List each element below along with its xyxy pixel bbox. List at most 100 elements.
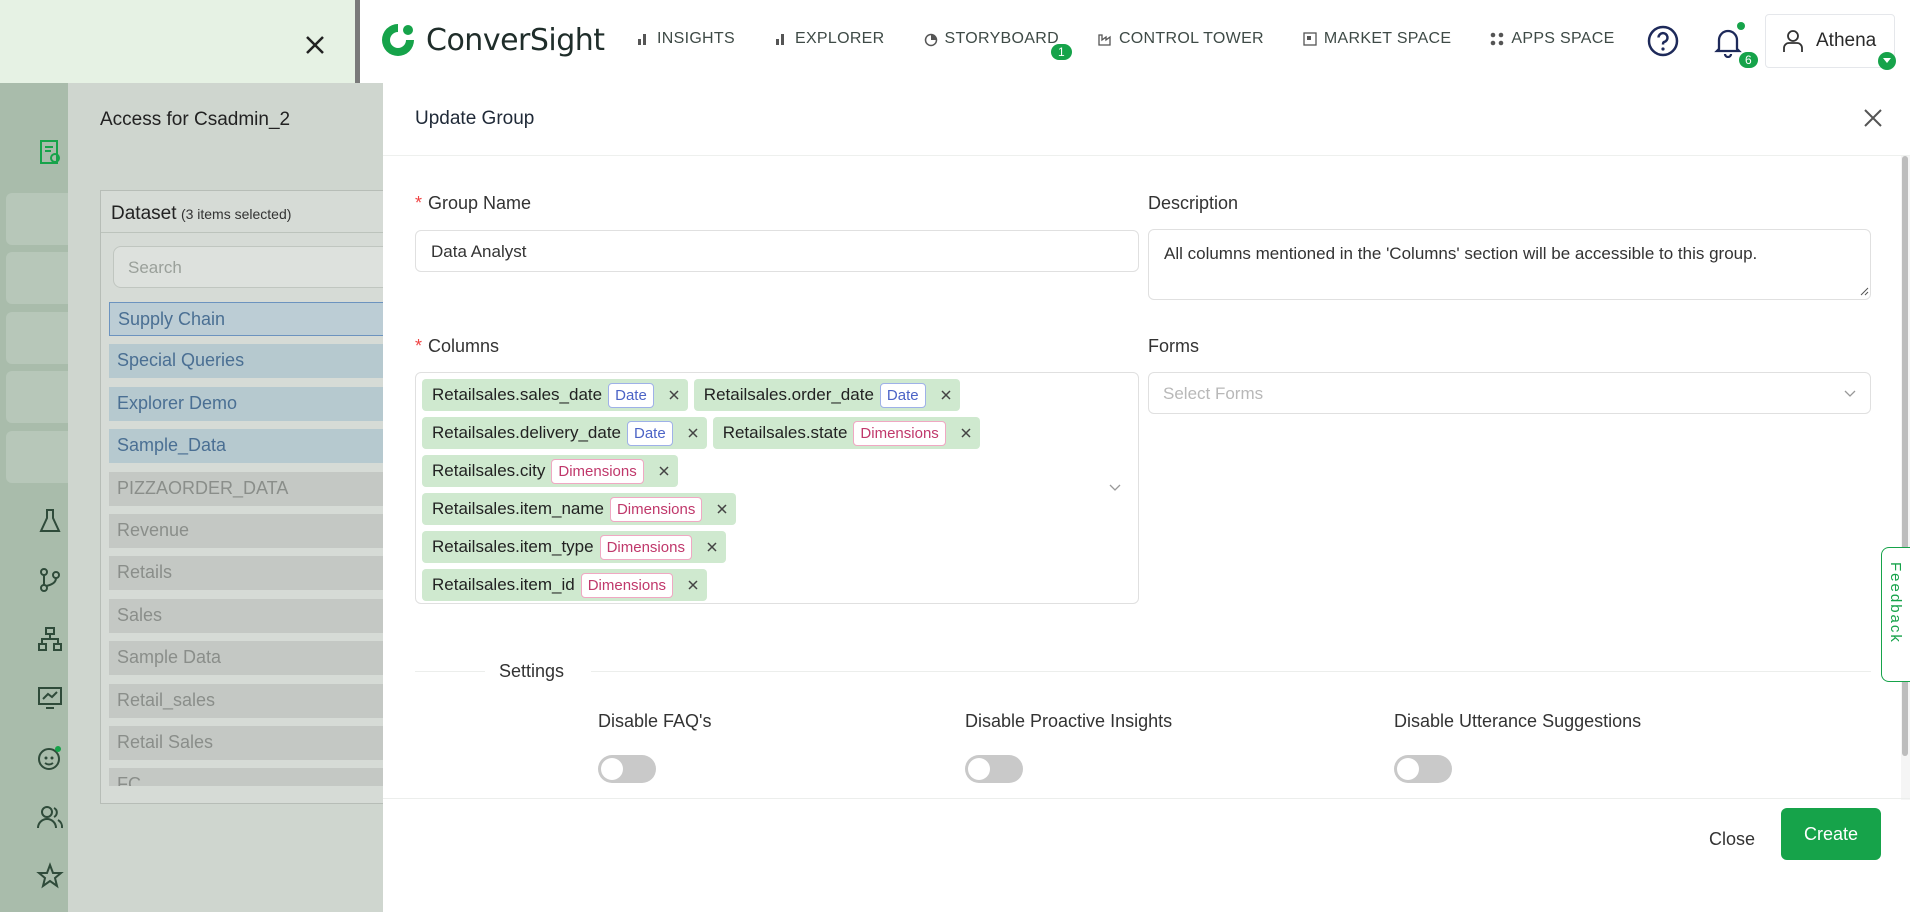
nav-label: EXPLORER bbox=[794, 30, 885, 47]
description-textarea[interactable]: All columns mentioned in the 'Columns' s… bbox=[1148, 229, 1871, 300]
nav-label: MARKET SPACE bbox=[1323, 30, 1452, 47]
dataset-item[interactable]: Explorer Demo bbox=[109, 386, 391, 421]
dataset-header: Dataset (3 items selected) bbox=[101, 191, 391, 233]
dataset-selected-count: (3 items selected) bbox=[180, 206, 292, 222]
remove-tag-icon[interactable] bbox=[960, 427, 972, 439]
bar-chart-icon bbox=[638, 34, 646, 45]
remove-tag-icon[interactable] bbox=[716, 503, 728, 515]
nav-label: APPS SPACE bbox=[1511, 30, 1615, 47]
column-name: Retailsales.delivery_date bbox=[432, 423, 621, 442]
bot-icon[interactable] bbox=[36, 744, 64, 772]
help-icon[interactable] bbox=[1647, 25, 1679, 57]
column-tag: Retailsales.state Dimensions bbox=[712, 417, 980, 449]
drawer-header bbox=[0, 0, 360, 83]
column-tag: Retailsales.item_name Dimensions bbox=[422, 493, 737, 525]
toggle-disable-proactive-insights[interactable] bbox=[965, 755, 1023, 783]
user-menu[interactable]: Athena bbox=[1765, 14, 1895, 68]
dataset-item[interactable]: Revenue bbox=[109, 514, 391, 548]
dataset-list: Dataset (3 items selected) Search Supply… bbox=[100, 190, 391, 804]
monitor-chart-icon[interactable] bbox=[36, 684, 64, 712]
nav-insights[interactable]: INSIGHTS bbox=[635, 30, 735, 48]
nav-storyboard[interactable]: STORYBOARD bbox=[923, 30, 1059, 48]
tag-row: Retailsales.sales_date Date Retailsales.or… bbox=[422, 379, 1138, 411]
column-tag: Retailsales.item_type Dimensions bbox=[422, 531, 726, 563]
settings-divider bbox=[591, 671, 1871, 672]
rail-placeholder bbox=[6, 312, 68, 364]
access-panel: Access for Csadmin_2 Dataset (3 items se… bbox=[68, 83, 391, 912]
chevron-down-icon[interactable] bbox=[1878, 52, 1896, 70]
top-navbar: ConverSight INSIGHTS EXPLORER STORYBOARD… bbox=[0, 0, 1910, 83]
remove-tag-icon[interactable] bbox=[668, 389, 680, 401]
nav-label: STORYBOARD bbox=[944, 30, 1059, 47]
resize-handle-icon[interactable] bbox=[1860, 287, 1869, 296]
modal-footer: Close Create bbox=[383, 798, 1910, 912]
report-icon[interactable] bbox=[36, 138, 64, 166]
left-rail bbox=[0, 83, 68, 912]
required-marker: * bbox=[415, 336, 423, 356]
column-tag: Retailsales.sales_date Date bbox=[422, 379, 688, 411]
feedback-tab[interactable]: Feedback bbox=[1881, 547, 1910, 682]
dataset-item[interactable]: Retail Sales bbox=[109, 726, 391, 760]
group-name-label: * Group Name bbox=[415, 193, 532, 213]
conversight-logo-icon bbox=[382, 24, 414, 56]
dataset-item[interactable]: PIZZAORDER_DATA bbox=[109, 471, 391, 506]
column-name: Retailsales.state bbox=[722, 423, 848, 442]
column-type-badge: Dimensions bbox=[599, 534, 692, 560]
dataset-item[interactable]: Sample Data bbox=[109, 641, 391, 676]
tag-row: Retailsales.item_name Dimensions bbox=[422, 493, 1138, 525]
dataset-item[interactable]: Supply Chain bbox=[109, 302, 391, 336]
nav-market-space[interactable]: MARKET SPACE bbox=[1302, 30, 1451, 48]
close-button[interactable]: Close bbox=[1703, 821, 1761, 858]
column-name: Retailsales.city bbox=[432, 461, 546, 480]
toggle-disable-utterance-suggestions[interactable] bbox=[1394, 755, 1452, 783]
forms-select[interactable]: Select Forms bbox=[1148, 372, 1871, 414]
columns-label: * Columns bbox=[415, 336, 500, 356]
user-icon bbox=[1783, 30, 1803, 52]
toggle-label-utterance: Disable Utterance Suggestions bbox=[1394, 711, 1642, 731]
nav-control-tower[interactable]: CONTROL TOWER bbox=[1097, 30, 1264, 48]
update-group-modal: Update Group * Group Name Data Analyst De… bbox=[383, 83, 1910, 912]
dataset-item[interactable]: FC bbox=[109, 768, 391, 787]
flask-icon[interactable] bbox=[36, 507, 64, 535]
branch-icon[interactable] bbox=[36, 566, 64, 594]
nav-apps-space[interactable]: APPS SPACE bbox=[1489, 30, 1614, 48]
dataset-item[interactable]: Special Queries bbox=[109, 344, 391, 379]
close-icon[interactable] bbox=[1860, 105, 1886, 131]
group-name-input[interactable]: Data Analyst bbox=[415, 230, 1139, 272]
close-icon[interactable] bbox=[300, 30, 330, 60]
create-button[interactable]: Create bbox=[1781, 808, 1881, 860]
brand-logo[interactable]: ConverSight bbox=[378, 20, 605, 60]
dataset-item[interactable]: Retails bbox=[109, 556, 391, 591]
remove-tag-icon[interactable] bbox=[687, 427, 699, 439]
column-name: Retailsales.item_type bbox=[432, 537, 594, 556]
dataset-item[interactable]: Sales bbox=[109, 598, 391, 633]
storyboard-icon bbox=[924, 33, 937, 47]
users-icon[interactable] bbox=[36, 803, 64, 831]
required-marker: * bbox=[415, 193, 423, 213]
remove-tag-icon[interactable] bbox=[687, 579, 699, 591]
rail-placeholder bbox=[6, 193, 68, 245]
star-icon[interactable] bbox=[36, 862, 64, 890]
chevron-down-icon[interactable] bbox=[1108, 480, 1122, 494]
nav-explorer[interactable]: EXPLORER bbox=[773, 30, 885, 48]
toggle-disable-faq[interactable] bbox=[598, 755, 656, 783]
user-name: Athena bbox=[1816, 30, 1877, 51]
bell-icon[interactable] bbox=[1713, 26, 1743, 58]
dataset-search-input[interactable]: Search bbox=[113, 246, 391, 288]
bar-chart-icon bbox=[775, 34, 784, 45]
column-name: Retailsales.item_name bbox=[432, 499, 604, 518]
columns-multiselect[interactable]: Retailsales.sales_date Date Retailsales.or… bbox=[415, 372, 1139, 604]
remove-tag-icon[interactable] bbox=[706, 541, 718, 553]
dataset-item[interactable]: Sample_Data bbox=[109, 429, 391, 464]
column-name: Retailsales.sales_date bbox=[432, 385, 603, 404]
chevron-down-icon[interactable] bbox=[1843, 386, 1857, 400]
column-tag: Retailsales.delivery_date Date bbox=[422, 417, 707, 449]
remove-tag-icon[interactable] bbox=[658, 465, 670, 477]
column-type-badge: Date bbox=[627, 420, 673, 446]
dataset-item[interactable]: Retail_sales bbox=[109, 683, 391, 718]
rail-placeholder bbox=[6, 371, 68, 423]
tag-row: Retailsales.item_type Dimensions bbox=[422, 531, 1138, 563]
remove-tag-icon[interactable] bbox=[940, 389, 952, 401]
rail-placeholder bbox=[6, 431, 68, 483]
hierarchy-icon[interactable] bbox=[36, 625, 64, 653]
